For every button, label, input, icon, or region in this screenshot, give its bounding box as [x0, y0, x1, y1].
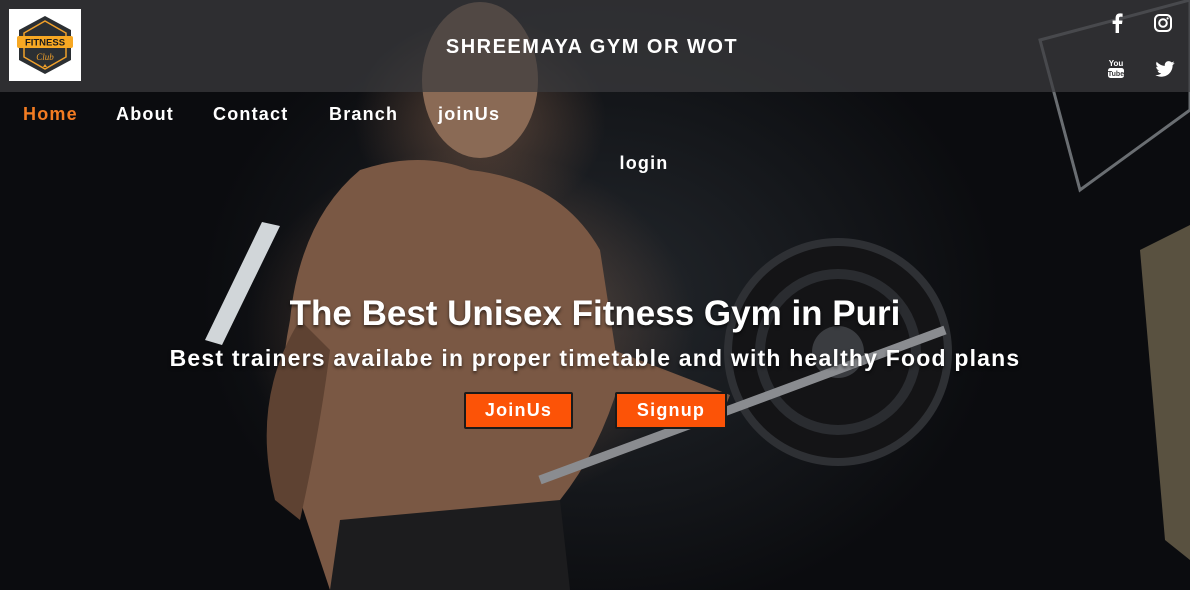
instagram-icon[interactable] — [1152, 12, 1174, 34]
hero-headline: The Best Unisex Fitness Gym in Puri — [289, 294, 901, 333]
nav-item-contact[interactable]: Contact — [213, 104, 288, 125]
header-bar: FITNESS Club SHREEMAYA GYM OR WOT You Tub… — [0, 0, 1190, 92]
youtube-icon[interactable]: You Tube — [1105, 58, 1127, 80]
hero-section: FITNESS Club SHREEMAYA GYM OR WOT You Tub… — [0, 0, 1190, 590]
nav-item-branch[interactable]: Branch — [329, 104, 398, 125]
hero-subline: Best trainers availabe in proper timetab… — [169, 345, 1021, 371]
nav-item-joinus[interactable]: joinUs — [438, 104, 500, 125]
site-title: SHREEMAYA GYM OR WOT — [445, 36, 739, 58]
nav-item-login[interactable]: login — [0, 153, 1190, 174]
svg-text:Tube: Tube — [1108, 71, 1124, 78]
nav-item-about[interactable]: About — [116, 104, 174, 125]
svg-text:You: You — [1109, 59, 1124, 68]
twitter-icon[interactable] — [1154, 58, 1176, 80]
main-nav: Home About Contact Branch joinUs — [0, 104, 1190, 134]
joinus-button[interactable]: JoinUs — [464, 392, 573, 429]
nav-item-home[interactable]: Home — [23, 104, 78, 125]
signup-button[interactable]: Signup — [615, 392, 727, 429]
facebook-icon[interactable] — [1106, 12, 1128, 34]
